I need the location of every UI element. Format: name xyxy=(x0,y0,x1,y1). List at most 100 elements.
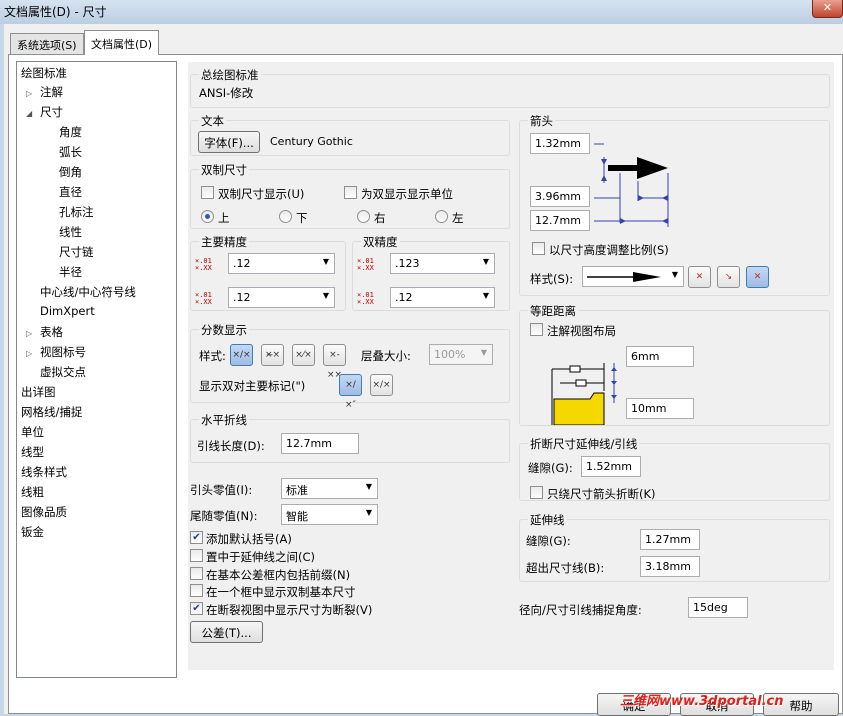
tree-item-detailing[interactable]: 出详图 xyxy=(21,384,56,400)
position-top-label: 上 xyxy=(218,211,230,225)
collapse-icon[interactable]: ◢ xyxy=(26,109,32,118)
tree-item-line-thickness[interactable]: 线粗 xyxy=(21,484,44,500)
annotation-layout-checkbox[interactable] xyxy=(530,323,543,336)
break-arrow-only-checkbox[interactable] xyxy=(530,486,543,499)
offset-distance-2-input[interactable]: 10mm xyxy=(626,398,694,419)
tab-document-properties[interactable]: 文档属性(D) xyxy=(84,30,160,55)
primary-value-precision-icon: ×.01 ×.XX xyxy=(195,257,212,272)
leader-length-input[interactable]: 12.7mm xyxy=(281,433,359,454)
tree-item-virtual-sharps[interactable]: 虚拟交点 xyxy=(40,364,86,380)
primary-tolerance-precision-combo[interactable]: .12 ▼ xyxy=(228,287,335,308)
scale-with-height-label: 以尺寸高度调整比例(S) xyxy=(549,243,669,257)
tree-item-radius[interactable]: 半径 xyxy=(59,264,82,280)
tolerance-button[interactable]: 公差(T)... xyxy=(190,621,263,643)
arrow-diagram xyxy=(594,143,669,227)
chevron-down-icon: ▼ xyxy=(365,482,372,491)
horizontal-break-group: 水平折线 引线长度(D): 12.7mm xyxy=(190,412,510,463)
tree-item-dimxpert[interactable]: DimXpert xyxy=(40,304,95,318)
arrow-style-combo[interactable]: ▼ xyxy=(582,266,684,287)
tree-item-units[interactable]: 单位 xyxy=(21,424,44,440)
dual-basic-label: 在一个框中显示双制基本尺寸 xyxy=(206,585,356,599)
watermark: 三维网www.3dportal.cn xyxy=(620,694,784,709)
arrow-height-input[interactable]: 1.32mm xyxy=(530,133,590,154)
tab-system-options[interactable]: 系统选项(S) xyxy=(10,33,84,54)
expand-icon[interactable]: ▷ xyxy=(26,89,32,98)
tree-item-centerlines[interactable]: 中心线/中心符号线 xyxy=(40,284,136,300)
dual-basic-checkbox[interactable] xyxy=(190,584,203,597)
tree-item-view-labels[interactable]: 视图标号 xyxy=(40,344,86,360)
tree-item-annotations[interactable]: 注解 xyxy=(40,84,63,100)
arrow-length-input[interactable]: 12.7mm xyxy=(530,210,590,231)
close-button[interactable]: ✕ xyxy=(812,0,843,18)
scale-with-height-checkbox[interactable] xyxy=(532,242,545,255)
beyond-dimension-input[interactable]: 3.18mm xyxy=(640,556,700,577)
tree-item-tables[interactable]: 表格 xyxy=(40,324,63,340)
break-gap-input[interactable]: 1.52mm xyxy=(581,456,641,477)
tree-item-diameter[interactable]: 直径 xyxy=(59,184,82,200)
broken-view-label: 在断裂视图中显示尺寸为断裂(V) xyxy=(206,603,373,617)
tree-item-linear[interactable]: 线性 xyxy=(59,224,82,240)
position-left-label: 左 xyxy=(452,211,464,225)
standard-value: ANSI-修改 xyxy=(199,86,254,100)
offset-distance-1-input[interactable]: 6mm xyxy=(626,346,694,367)
tree-item-grid-snap[interactable]: 网格线/捕捉 xyxy=(21,404,82,420)
group-title: 水平折线 xyxy=(199,412,249,428)
dual-precision-combo[interactable]: .123 ▼ xyxy=(390,253,495,274)
arrow-smart-icon[interactable]: ✕ xyxy=(746,266,769,288)
tree-item-drafting-standard[interactable]: 绘图标准 xyxy=(21,65,67,81)
expand-icon[interactable]: ▷ xyxy=(26,349,32,358)
tree-item-hole-callout[interactable]: 孔标注 xyxy=(59,204,94,220)
arrow-style-preview xyxy=(587,272,661,282)
extension-lines-group: 延伸线 缝隙(G): 1.27mm 超出尺寸线(B): 3.18mm xyxy=(519,512,830,582)
font-button[interactable]: 字体(F)... xyxy=(198,131,260,153)
chevron-down-icon: ▼ xyxy=(322,291,329,300)
fraction-dash-icon[interactable]: ×-×× xyxy=(323,344,346,380)
dual-tolerance-precision-combo[interactable]: .12 ▼ xyxy=(390,287,495,308)
position-right-radio[interactable] xyxy=(357,210,370,223)
break-gap-label: 缝隙(G): xyxy=(528,461,573,475)
position-top-radio[interactable] xyxy=(201,210,214,223)
tree-item-line-style[interactable]: 线条样式 xyxy=(21,464,67,480)
fraction-display-group: 分数显示 样式: ×/× ×̶× ×⁄× ×-×× 层叠大小: 100% ▼ 显示… xyxy=(190,322,510,410)
broken-view-checkbox[interactable]: ✔ xyxy=(190,602,203,615)
font-name: Century Gothic xyxy=(270,135,353,148)
add-parentheses-checkbox[interactable]: ✔ xyxy=(190,531,203,544)
tree-item-ordinate[interactable]: 尺寸链 xyxy=(59,244,94,260)
dual-display-checkbox[interactable] xyxy=(201,186,214,199)
dual-units-checkbox[interactable] xyxy=(344,186,357,199)
inch-mark-icon[interactable]: ×/×″ xyxy=(339,374,362,410)
primary-precision-combo[interactable]: .12 ▼ xyxy=(228,253,335,274)
center-between-ext-checkbox[interactable] xyxy=(190,549,203,562)
no-inch-mark-icon[interactable]: ×/× xyxy=(370,374,393,396)
tree-item-arc-length[interactable]: 弧长 xyxy=(59,144,82,160)
tree-item-chamfer[interactable]: 倒角 xyxy=(59,164,82,180)
fraction-slash-icon[interactable]: ×/× xyxy=(230,344,253,366)
leader-length-label: 引线长度(D): xyxy=(197,439,265,453)
tree-item-image-quality[interactable]: 图像品质 xyxy=(21,504,67,520)
stack-size-combo[interactable]: 100% ▼ xyxy=(429,344,493,365)
chevron-down-icon: ▼ xyxy=(480,348,487,357)
group-title: 主要精度 xyxy=(199,234,249,250)
tree-item-line-font[interactable]: 线型 xyxy=(21,444,44,460)
trailing-zeros-combo[interactable]: 智能 ▼ xyxy=(281,504,378,525)
extension-gap-input[interactable]: 1.27mm xyxy=(640,529,700,550)
position-bottom-radio[interactable] xyxy=(279,210,292,223)
options-tree[interactable]: 绘图标准 ▷ 注解 ◢ 尺寸 角度 弧长 倒角 直径 孔标注 线性 尺寸链 半径… xyxy=(16,61,177,678)
fraction-diagonal-icon[interactable]: ×⁄× xyxy=(292,344,315,366)
position-left-radio[interactable] xyxy=(435,210,448,223)
include-prefix-checkbox[interactable] xyxy=(190,567,203,580)
tree-item-sheet-metal[interactable]: 钣金 xyxy=(21,524,44,540)
tree-item-angle[interactable]: 角度 xyxy=(59,124,82,140)
break-arrow-only-label: 只绕尺寸箭头折断(K) xyxy=(547,487,656,501)
arrow-width-input[interactable]: 3.96mm xyxy=(530,186,590,207)
settings-content: 总绘图标准 ANSI-修改 文本 字体(F)... Century Gothic… xyxy=(188,62,834,670)
expand-icon[interactable]: ▷ xyxy=(26,329,32,338)
radial-snap-input[interactable]: 15deg xyxy=(688,597,748,618)
arrow-outside-icon[interactable]: ✕ xyxy=(688,266,711,288)
arrow-inside-icon[interactable]: ↘ xyxy=(717,266,740,288)
tree-item-dimensions[interactable]: 尺寸 xyxy=(40,104,63,120)
chevron-down-icon: ▼ xyxy=(482,257,489,266)
leading-zeros-combo[interactable]: 标准 ▼ xyxy=(281,478,378,499)
group-title: 折断尺寸延伸线/引线 xyxy=(528,436,640,452)
fraction-stacked-icon[interactable]: ×̶× xyxy=(261,344,284,366)
